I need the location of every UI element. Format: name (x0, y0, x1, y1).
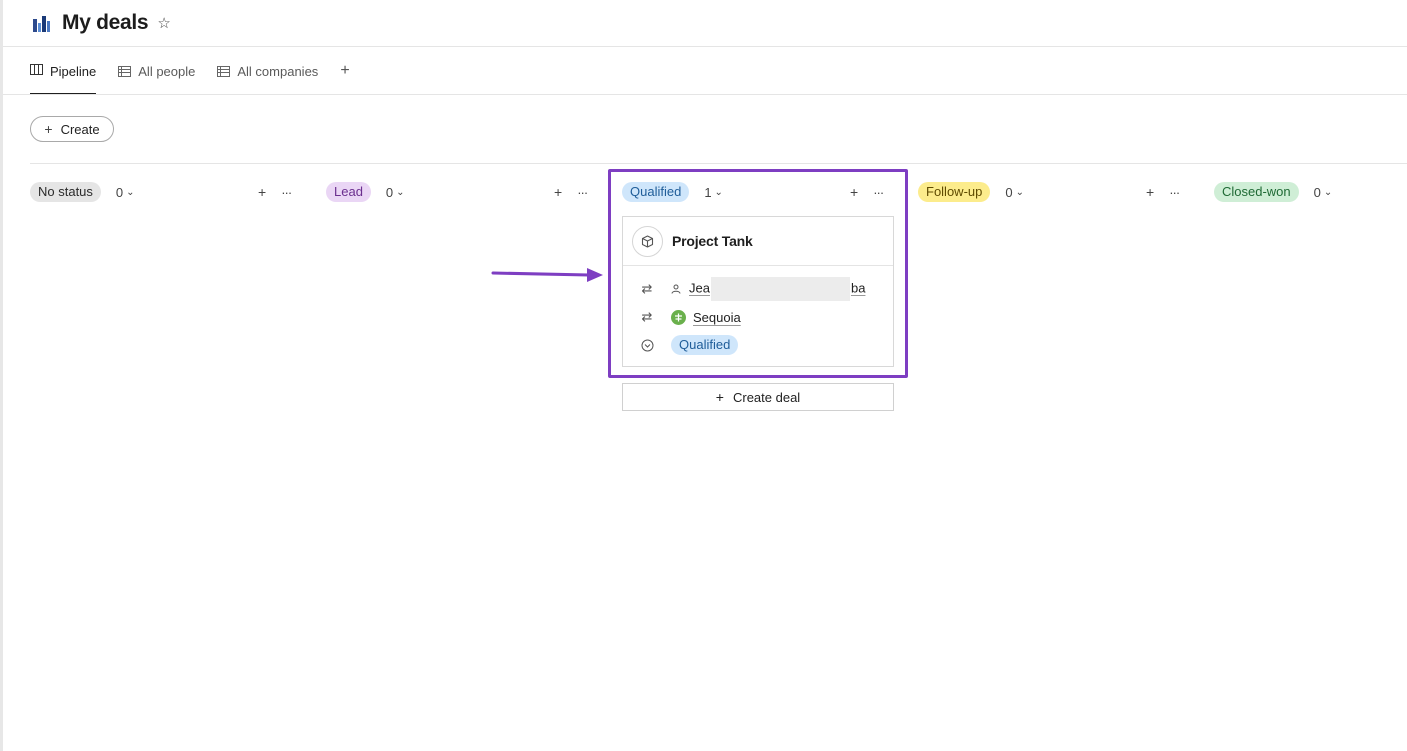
company-link[interactable]: Sequoia (693, 310, 741, 325)
deal-title: Project Tank (672, 233, 753, 249)
board-divider (30, 163, 1407, 164)
relation-arrows-icon: ⇄ (641, 309, 653, 324)
column-header-no-status: No status 0 ⌄ (30, 181, 135, 203)
status-pill[interactable]: Lead (326, 182, 371, 202)
person-name-start: Jea (689, 280, 710, 296)
column-count[interactable]: 0 ⌄ (1314, 185, 1333, 200)
add-view-button[interactable]: + (340, 58, 349, 84)
tab-all-companies[interactable]: All companies (217, 58, 318, 84)
status-badge[interactable]: Qualified (671, 335, 739, 355)
deal-card[interactable]: Project Tank ⇄ Jea ba ⇄ Sequoia Qualifie… (622, 216, 894, 367)
column-header-follow-up: Follow-up 0 ⌄ (918, 181, 1024, 203)
add-card-button[interactable]: + (258, 184, 266, 200)
kanban-icon (30, 64, 43, 75)
chevron-down-icon: ⌄ (396, 186, 405, 198)
more-options-icon[interactable]: ··· (577, 185, 588, 200)
more-options-icon[interactable]: ··· (1169, 185, 1180, 200)
column-count[interactable]: 0 ⌄ (386, 185, 405, 200)
add-card-button[interactable]: + (554, 184, 562, 200)
page-title: My deals (62, 11, 149, 34)
company-logo-icon (671, 309, 686, 325)
tab-label: Pipeline (50, 64, 97, 79)
create-deal-label: Create deal (732, 389, 801, 405)
count-value: 0 (1005, 184, 1013, 200)
redacted-text (710, 277, 850, 301)
column-count[interactable]: 0 ⌄ (116, 185, 135, 200)
more-options-icon[interactable]: ··· (281, 185, 292, 200)
bar-chart-app-icon (33, 15, 50, 32)
header-divider (3, 46, 1407, 47)
status-pill[interactable]: Closed-won (1214, 182, 1299, 202)
create-button[interactable]: + Create (30, 116, 114, 142)
favorite-star-icon[interactable]: ☆ (157, 14, 170, 32)
tab-pipeline[interactable]: Pipeline (30, 58, 97, 95)
person-icon (671, 284, 681, 294)
count-value: 0 (1313, 184, 1321, 200)
table-icon (118, 65, 132, 77)
chevron-down-icon: ⌄ (126, 186, 135, 198)
count-value: 0 (115, 184, 124, 200)
status-circle-icon (640, 339, 654, 352)
title-bar: My deals ☆ (33, 10, 171, 36)
status-pill[interactable]: No status (30, 182, 101, 202)
card-header: Project Tank (623, 217, 893, 266)
column-actions: + ··· (1146, 181, 1180, 203)
person-link[interactable]: Jea ba (689, 277, 865, 301)
relation-arrows-icon: ⇄ (641, 281, 653, 296)
column-header-lead: Lead 0 ⌄ (326, 181, 405, 203)
person-name-end: ba (850, 280, 866, 296)
add-card-button[interactable]: + (1146, 184, 1154, 200)
chevron-down-icon: ⌄ (1323, 186, 1333, 198)
tab-label: All people (138, 63, 196, 79)
status-pill[interactable]: Follow-up (918, 182, 991, 202)
view-tabs: Pipeline All people All companies + (30, 58, 350, 95)
chevron-down-icon: ⌄ (1015, 186, 1024, 198)
count-value: 0 (385, 184, 394, 200)
column-count[interactable]: 0 ⌄ (1005, 185, 1024, 200)
create-label: Create (60, 121, 100, 137)
tab-all-people[interactable]: All people (118, 58, 195, 84)
plus-icon: + (44, 121, 53, 137)
table-icon (217, 65, 231, 77)
cube-icon (632, 225, 663, 257)
tabs-divider (3, 94, 1407, 95)
create-deal-button[interactable]: + Create deal (622, 383, 894, 411)
column-actions: + ··· (258, 181, 292, 203)
column-header-closed-won: Closed-won 0 ⌄ (1214, 181, 1332, 203)
plus-icon: + (715, 389, 724, 405)
annotation-arrow (491, 268, 603, 282)
column-actions: + ··· (554, 181, 588, 203)
tab-label: All companies (237, 63, 319, 79)
